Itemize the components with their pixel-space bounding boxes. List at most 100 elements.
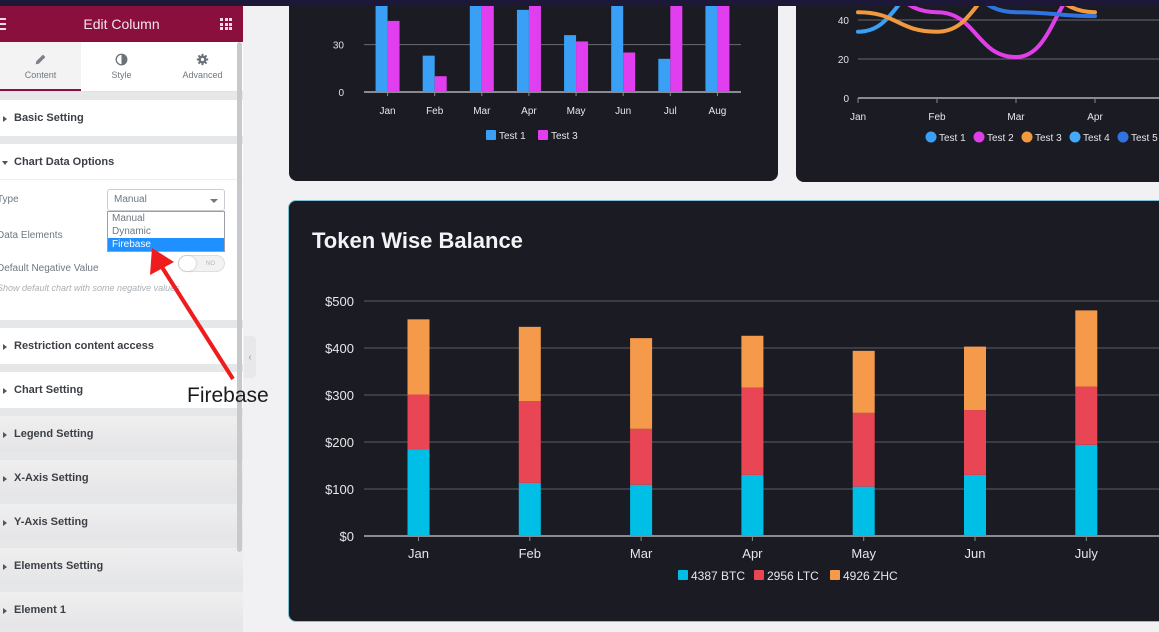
pencil-icon [35,54,46,65]
tab-advanced[interactable]: Advanced [162,42,243,91]
bar-segment-btc [630,484,653,536]
section-label: Basic Setting [14,112,84,124]
type-label: Type [0,194,19,205]
annotation-label: Firebase [187,384,269,407]
y-tick-label: $200 [325,435,354,450]
caret-right-icon [3,116,7,122]
legend-label: Test 3 [1035,133,1062,144]
bar-segment-btc [518,482,541,536]
y-tick-label: 40 [838,16,850,27]
bar-test-1 [469,0,482,93]
section-basic-setting[interactable]: Basic Setting [0,100,243,136]
x-tick-label: Jan [380,106,396,117]
hamburger-menu-icon[interactable] [0,18,6,30]
bar-segment-btc [741,474,764,536]
tab-label: Style [111,70,132,80]
section-restriction[interactable]: Restriction content access [0,328,243,364]
option-dynamic[interactable]: Dynamic [108,225,224,238]
x-tick-label: July [1075,546,1099,561]
x-tick-label: Feb [426,106,444,117]
bar-chart: 0 30 Jan Feb Mar Apr May Jun Jul Aug Test 1 Test 3 [333,0,741,142]
edit-panel: Edit Column Content Style Advanced Basic… [0,6,243,632]
bar-test-1 [611,0,624,93]
legend-swatch [486,130,496,140]
bar-segment-zhc [852,350,875,413]
section-elements-setting[interactable]: Elements Setting [0,548,243,584]
section-element-1[interactable]: Element 1 [0,592,243,628]
x-tick-label: Apr [521,106,537,117]
caret-right-icon [3,476,7,482]
bar-test-1 [375,0,388,93]
collapse-panel-button[interactable]: ‹ [244,336,256,378]
y-tick-label: 30 [333,41,345,52]
bar-test-1 [422,55,435,92]
legend-label: 4387 BTC [691,569,745,583]
bar-test-1 [516,9,529,93]
bar-segment-btc [1075,444,1098,536]
bar-segment-zhc [964,346,986,411]
panel-scrollbar[interactable] [237,42,242,552]
section-label: Chart Setting [14,384,84,396]
bar-segment-zhc [407,319,430,395]
section-label: Elements Setting [14,560,104,572]
stacked-bar-chart: $0 $100 $200 $300 $400 $500 Jan Feb Mar Apr May Jun… [325,294,1159,583]
contrast-icon [115,53,128,66]
caret-right-icon [3,520,7,526]
legend-dot [973,131,985,143]
toggle-label: NO [206,260,215,267]
legend-label: 4926 ZHC [843,569,898,583]
data-elements-label: Data Elements [0,230,63,241]
tab-content[interactable]: Content [0,42,81,91]
type-select-value: Manual [114,194,147,205]
x-tick-label: Apr [1087,112,1103,123]
bar-segment-btc [852,486,875,536]
x-tick-label: Mar [473,106,491,117]
line-chart-card: 0 20 40 Jan Feb Mar Apr Test 1 Test 2 Test 3 Test … [796,0,1159,182]
section-x-axis-setting[interactable]: X-Axis Setting [0,460,243,496]
y-tick-label: $0 [340,529,354,544]
legend-swatch [830,570,840,580]
section-label: Restriction content access [14,340,154,352]
legend-dot [1021,131,1033,143]
section-y-axis-setting[interactable]: Y-Axis Setting [0,504,243,540]
option-manual[interactable]: Manual [108,212,224,225]
gear-icon [196,53,209,66]
legend-label: Test 1 [939,133,966,144]
x-tick-label: Jul [664,106,677,117]
y-tick-label: $500 [325,294,354,309]
bar-segment-btc [964,474,986,536]
x-tick-label: May [567,106,586,117]
tab-style[interactable]: Style [81,42,162,91]
bar-segment-ltc [407,394,430,450]
y-tick-label: $400 [325,341,354,356]
section-chart-data-options[interactable]: Chart Data Options [0,144,243,180]
bar-test-3 [670,0,683,93]
legend-swatch [754,570,764,580]
bar-segment-zhc [741,335,764,388]
caret-right-icon [3,344,7,350]
default-negative-toggle[interactable]: NO [178,255,225,272]
bar-test-3 [481,0,494,93]
bar-test-1 [705,0,718,93]
bar-segment-zhc [630,338,653,429]
bar-segment-zhc [1075,310,1098,387]
type-select[interactable]: Manual [107,189,225,211]
caret-right-icon [3,388,7,394]
legend-label: Test 4 [1083,133,1110,144]
section-legend-setting[interactable]: Legend Setting [0,416,243,452]
browser-top-band [0,0,1159,6]
y-tick-label: $100 [325,482,354,497]
dropdown-arrow-icon [210,199,218,203]
chart-title: Token Wise Balance [312,228,523,253]
option-firebase[interactable]: Firebase [108,238,224,251]
bar-segment-ltc [852,412,875,487]
token-balance-card: Token Wise Balance $0 $100 $200 $300 $400 $50… [288,200,1159,622]
legend-label: 2956 LTC [767,569,819,583]
legend-dot [925,131,937,143]
bar-segment-ltc [518,401,541,483]
caret-right-icon [3,608,7,614]
legend-label: Test 5 [1131,133,1158,144]
bar-chart-card: 0 30 Jan Feb Mar Apr May Jun Jul Aug Test 1 Test 3 [289,0,778,181]
bar-test-3 [528,0,541,93]
widgets-grid-icon[interactable] [220,18,232,30]
